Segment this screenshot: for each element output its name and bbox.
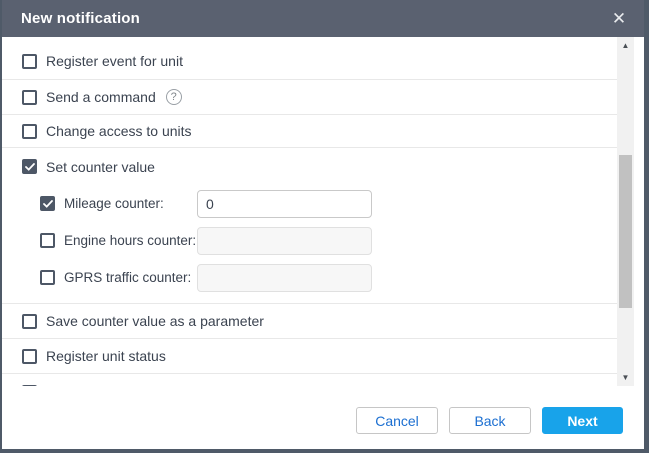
mileage-counter-label: Mileage counter: [64, 196, 164, 211]
engine-hours-counter-label: Engine hours counter: [64, 233, 196, 248]
checkbox-save-counter-param[interactable] [22, 314, 37, 329]
checkbox-engine-hours-counter[interactable] [40, 233, 55, 248]
vertical-scrollbar[interactable]: ▲ ▼ [617, 37, 634, 386]
list-item-save-counter-param[interactable]: Save counter value as a parameter [2, 304, 617, 339]
checkmark-icon [43, 200, 53, 208]
back-button[interactable]: Back [449, 407, 531, 434]
gprs-traffic-counter-row: GPRS traffic counter: [2, 259, 617, 296]
mileage-counter-input[interactable] [197, 190, 372, 218]
gprs-traffic-label-group: GPRS traffic counter: [40, 270, 197, 285]
list-item-label: Send a command [46, 89, 156, 105]
scroll-down-icon[interactable]: ▼ [617, 369, 634, 386]
scroll-up-icon[interactable]: ▲ [617, 37, 634, 54]
dialog-title: New notification [21, 10, 608, 27]
help-icon[interactable]: ? [166, 89, 182, 105]
checkbox-gprs-traffic-counter[interactable] [40, 270, 55, 285]
action-list-area: Register event for unit Send a command ?… [2, 37, 644, 386]
list-item-change-access[interactable]: Change access to units [2, 115, 617, 148]
list-item-label: Register event for unit [46, 53, 183, 69]
list-item-send-command[interactable]: Send a command ? [2, 80, 617, 115]
gprs-traffic-counter-input [197, 264, 372, 292]
list-item-add-remove-units[interactable]: Add or remove units from groups [2, 374, 617, 386]
engine-hours-counter-row: Engine hours counter: [2, 222, 617, 259]
engine-hours-counter-input [197, 227, 372, 255]
list-item-register-unit-status[interactable]: Register unit status [2, 339, 617, 374]
checkmark-icon [25, 163, 35, 171]
checkbox-register-event[interactable] [22, 54, 37, 69]
checkbox-mileage-counter[interactable] [40, 196, 55, 211]
close-icon[interactable]: ✕ [608, 8, 630, 30]
new-notification-dialog: New notification ✕ Register event for un… [0, 0, 649, 453]
checkbox-send-command[interactable] [22, 90, 37, 105]
checkbox-register-unit-status[interactable] [22, 349, 37, 364]
list-item-label: Save counter value as a parameter [46, 313, 264, 329]
list-item-label: Set counter value [46, 159, 155, 175]
mileage-label-group: Mileage counter: [40, 196, 197, 211]
checkbox-set-counter[interactable] [22, 159, 37, 174]
dialog-titlebar: New notification ✕ [2, 0, 644, 37]
list-item-register-event[interactable]: Register event for unit [2, 37, 617, 80]
scrollbar-thumb[interactable] [619, 155, 632, 308]
list-item-set-counter[interactable]: Set counter value [2, 148, 617, 185]
next-button[interactable]: Next [542, 407, 623, 434]
mileage-counter-row: Mileage counter: [2, 185, 617, 222]
cancel-button[interactable]: Cancel [356, 407, 438, 434]
checkbox-change-access[interactable] [22, 124, 37, 139]
set-counter-section: Set counter value Mileage counter: Engin [2, 148, 617, 304]
list-item-label: Change access to units [46, 123, 192, 139]
gprs-traffic-counter-label: GPRS traffic counter: [64, 270, 191, 285]
action-list: Register event for unit Send a command ?… [2, 37, 617, 386]
list-item-label: Register unit status [46, 348, 166, 364]
dialog-footer: Cancel Back Next [2, 386, 644, 449]
engine-hours-label-group: Engine hours counter: [40, 233, 197, 248]
